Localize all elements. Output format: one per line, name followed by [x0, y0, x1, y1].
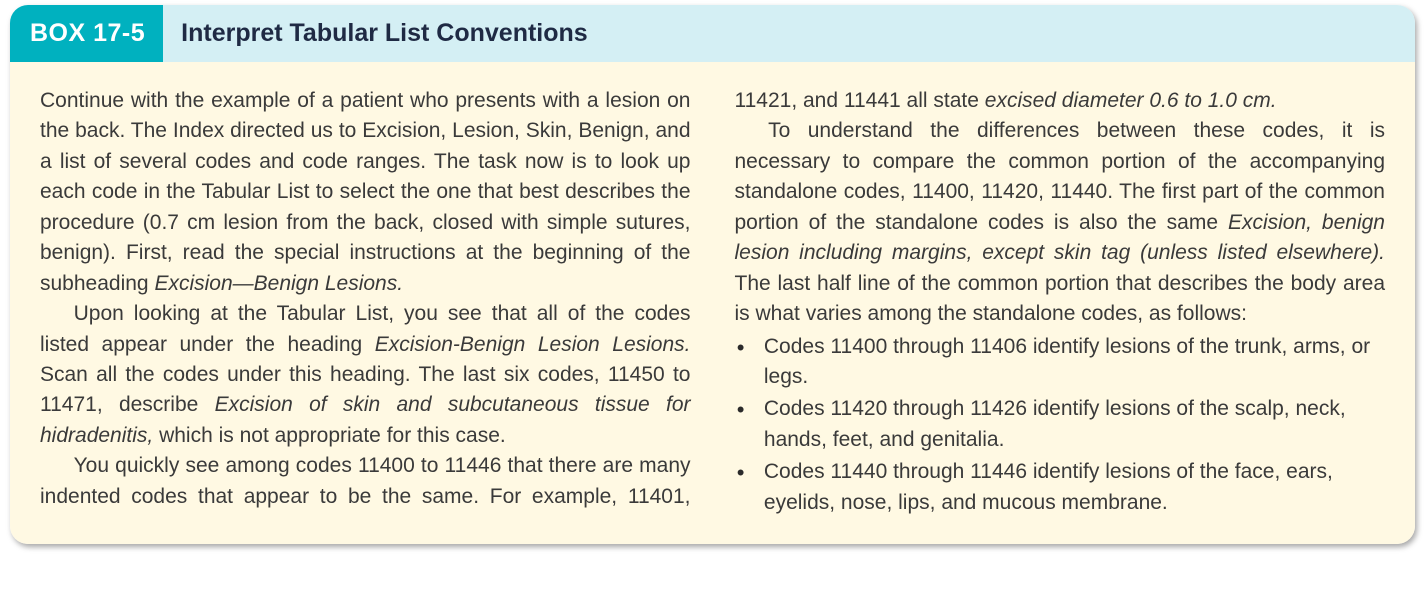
text-run: The last half line of the common portion… — [735, 272, 1386, 325]
text-run: Continue with the example of a patient w… — [40, 89, 691, 295]
box-number: BOX 17-5 — [10, 5, 163, 62]
italic-run: Excision—Benign Lesions. — [154, 272, 403, 295]
paragraph-1: Continue with the example of a patient w… — [40, 86, 691, 299]
paragraph-2: Upon looking at the Tabular List, you se… — [40, 299, 691, 451]
bullet-list: Codes 11400 through 11406 identify lesio… — [735, 332, 1386, 519]
list-item: Codes 11440 through 11446 identify lesio… — [735, 457, 1386, 518]
box-body: Continue with the example of a patient w… — [10, 62, 1415, 544]
text-run: which is not appropriate for this case. — [153, 424, 506, 447]
italic-run: Excision-Benign Lesion Lesions. — [375, 333, 691, 356]
italic-run: excised diameter 0.6 to 1.0 cm. — [985, 89, 1277, 112]
info-box: BOX 17-5 Interpret Tabular List Conventi… — [10, 5, 1415, 544]
box-header: BOX 17-5 Interpret Tabular List Conventi… — [10, 5, 1415, 62]
paragraph-4: To understand the differences between th… — [735, 116, 1386, 329]
list-item: Codes 11420 through 11426 identify lesio… — [735, 394, 1386, 455]
list-item: Codes 11400 through 11406 identify lesio… — [735, 332, 1386, 393]
box-title: Interpret Tabular List Conventions — [163, 5, 606, 62]
